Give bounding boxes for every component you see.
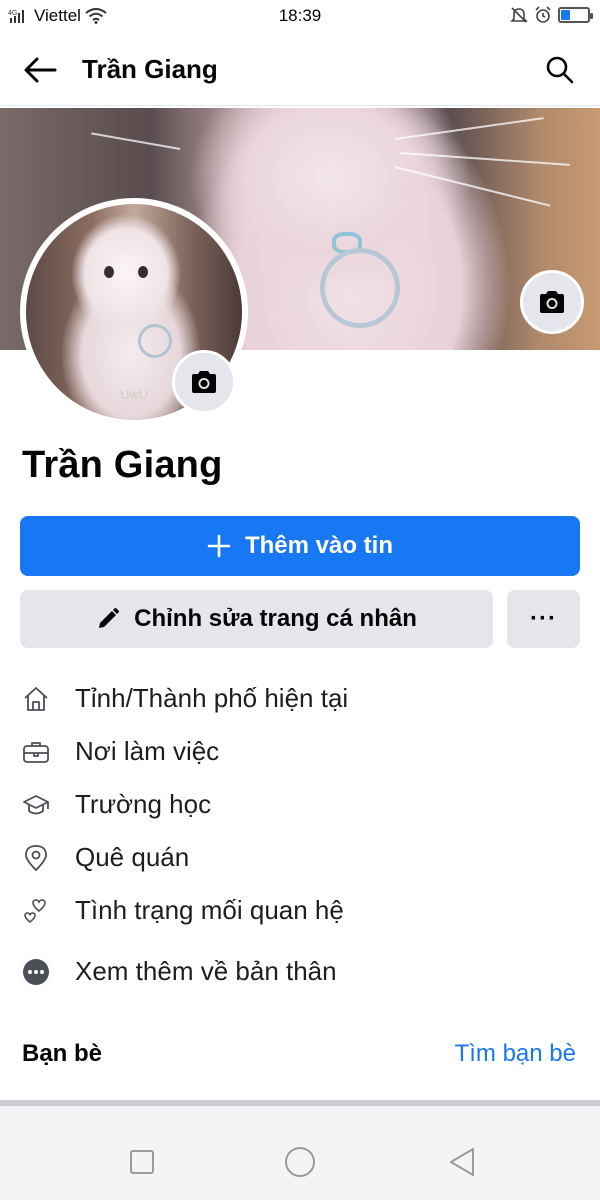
add-to-story-label: Thêm vào tin bbox=[244, 532, 394, 559]
add-to-story-button[interactable]: Thêm vào tin bbox=[20, 516, 580, 576]
see-more-about-button[interactable]: Xem thêm về bản thân bbox=[20, 945, 580, 998]
bell-muted-icon bbox=[510, 7, 528, 23]
profile-details-list: Tỉnh/Thành phố hiện tại Nơi làm việc Trư… bbox=[20, 672, 580, 998]
status-bar-right bbox=[510, 6, 593, 24]
pencil-icon bbox=[99, 608, 120, 628]
avatar-caption: UwU bbox=[120, 387, 149, 402]
detail-label: Tỉnh/Thành phố hiện tại bbox=[75, 683, 349, 713]
header-title: Trần Giang bbox=[82, 54, 218, 84]
edit-profile-button[interactable]: Chỉnh sửa trang cá nhân bbox=[20, 590, 493, 648]
arrow-left-icon bbox=[24, 57, 57, 83]
edit-profile-picture-button[interactable] bbox=[172, 350, 236, 414]
plus-icon bbox=[207, 534, 231, 558]
more-dots-icon bbox=[20, 956, 52, 988]
top-app-bar: Trần Giang bbox=[0, 34, 600, 106]
detail-relationship[interactable]: Tình trạng mối quan hệ bbox=[20, 884, 580, 937]
system-navigation-bar bbox=[0, 1106, 600, 1200]
briefcase-icon bbox=[20, 736, 52, 768]
friends-section-title: Bạn bè bbox=[22, 1040, 103, 1067]
alarm-icon bbox=[535, 6, 551, 23]
find-friends-link[interactable]: Tìm bạn bè bbox=[455, 1040, 576, 1068]
hearts-icon bbox=[20, 895, 52, 927]
status-bar: 4G Viettel 18:39 bbox=[0, 0, 600, 34]
detail-school[interactable]: Trường học bbox=[20, 778, 580, 831]
location-pin-icon bbox=[20, 842, 52, 874]
back-nav-button[interactable] bbox=[442, 1142, 482, 1182]
detail-label: Quê quán bbox=[75, 842, 190, 872]
circle-icon bbox=[285, 1147, 315, 1177]
recents-button[interactable] bbox=[122, 1142, 162, 1182]
search-icon bbox=[546, 56, 574, 84]
camera-icon bbox=[540, 291, 564, 313]
back-button[interactable] bbox=[20, 50, 60, 90]
edit-profile-label: Chỉnh sửa trang cá nhân bbox=[134, 605, 417, 632]
detail-label: Trường học bbox=[75, 789, 212, 819]
camera-icon bbox=[192, 371, 216, 393]
home-icon bbox=[20, 683, 52, 715]
detail-hometown[interactable]: Quê quán bbox=[20, 831, 580, 884]
triangle-back-icon bbox=[450, 1148, 474, 1176]
graduation-cap-icon bbox=[20, 789, 52, 821]
profile-name: Trần Giang bbox=[22, 444, 223, 486]
detail-current-city[interactable]: Tỉnh/Thành phố hiện tại bbox=[20, 672, 580, 725]
search-button[interactable] bbox=[540, 50, 580, 90]
edit-cover-photo-button[interactable] bbox=[520, 270, 584, 334]
more-dots-icon: ··· bbox=[530, 605, 557, 632]
detail-label: Nơi làm việc bbox=[75, 736, 220, 766]
detail-label: Xem thêm về bản thân bbox=[75, 956, 337, 986]
more-options-button[interactable]: ··· bbox=[507, 590, 580, 648]
detail-workplace[interactable]: Nơi làm việc bbox=[20, 725, 580, 778]
square-icon bbox=[130, 1150, 154, 1174]
battery-icon bbox=[558, 7, 593, 23]
detail-label: Tình trạng mối quan hệ bbox=[75, 895, 344, 925]
home-button[interactable] bbox=[280, 1142, 320, 1182]
